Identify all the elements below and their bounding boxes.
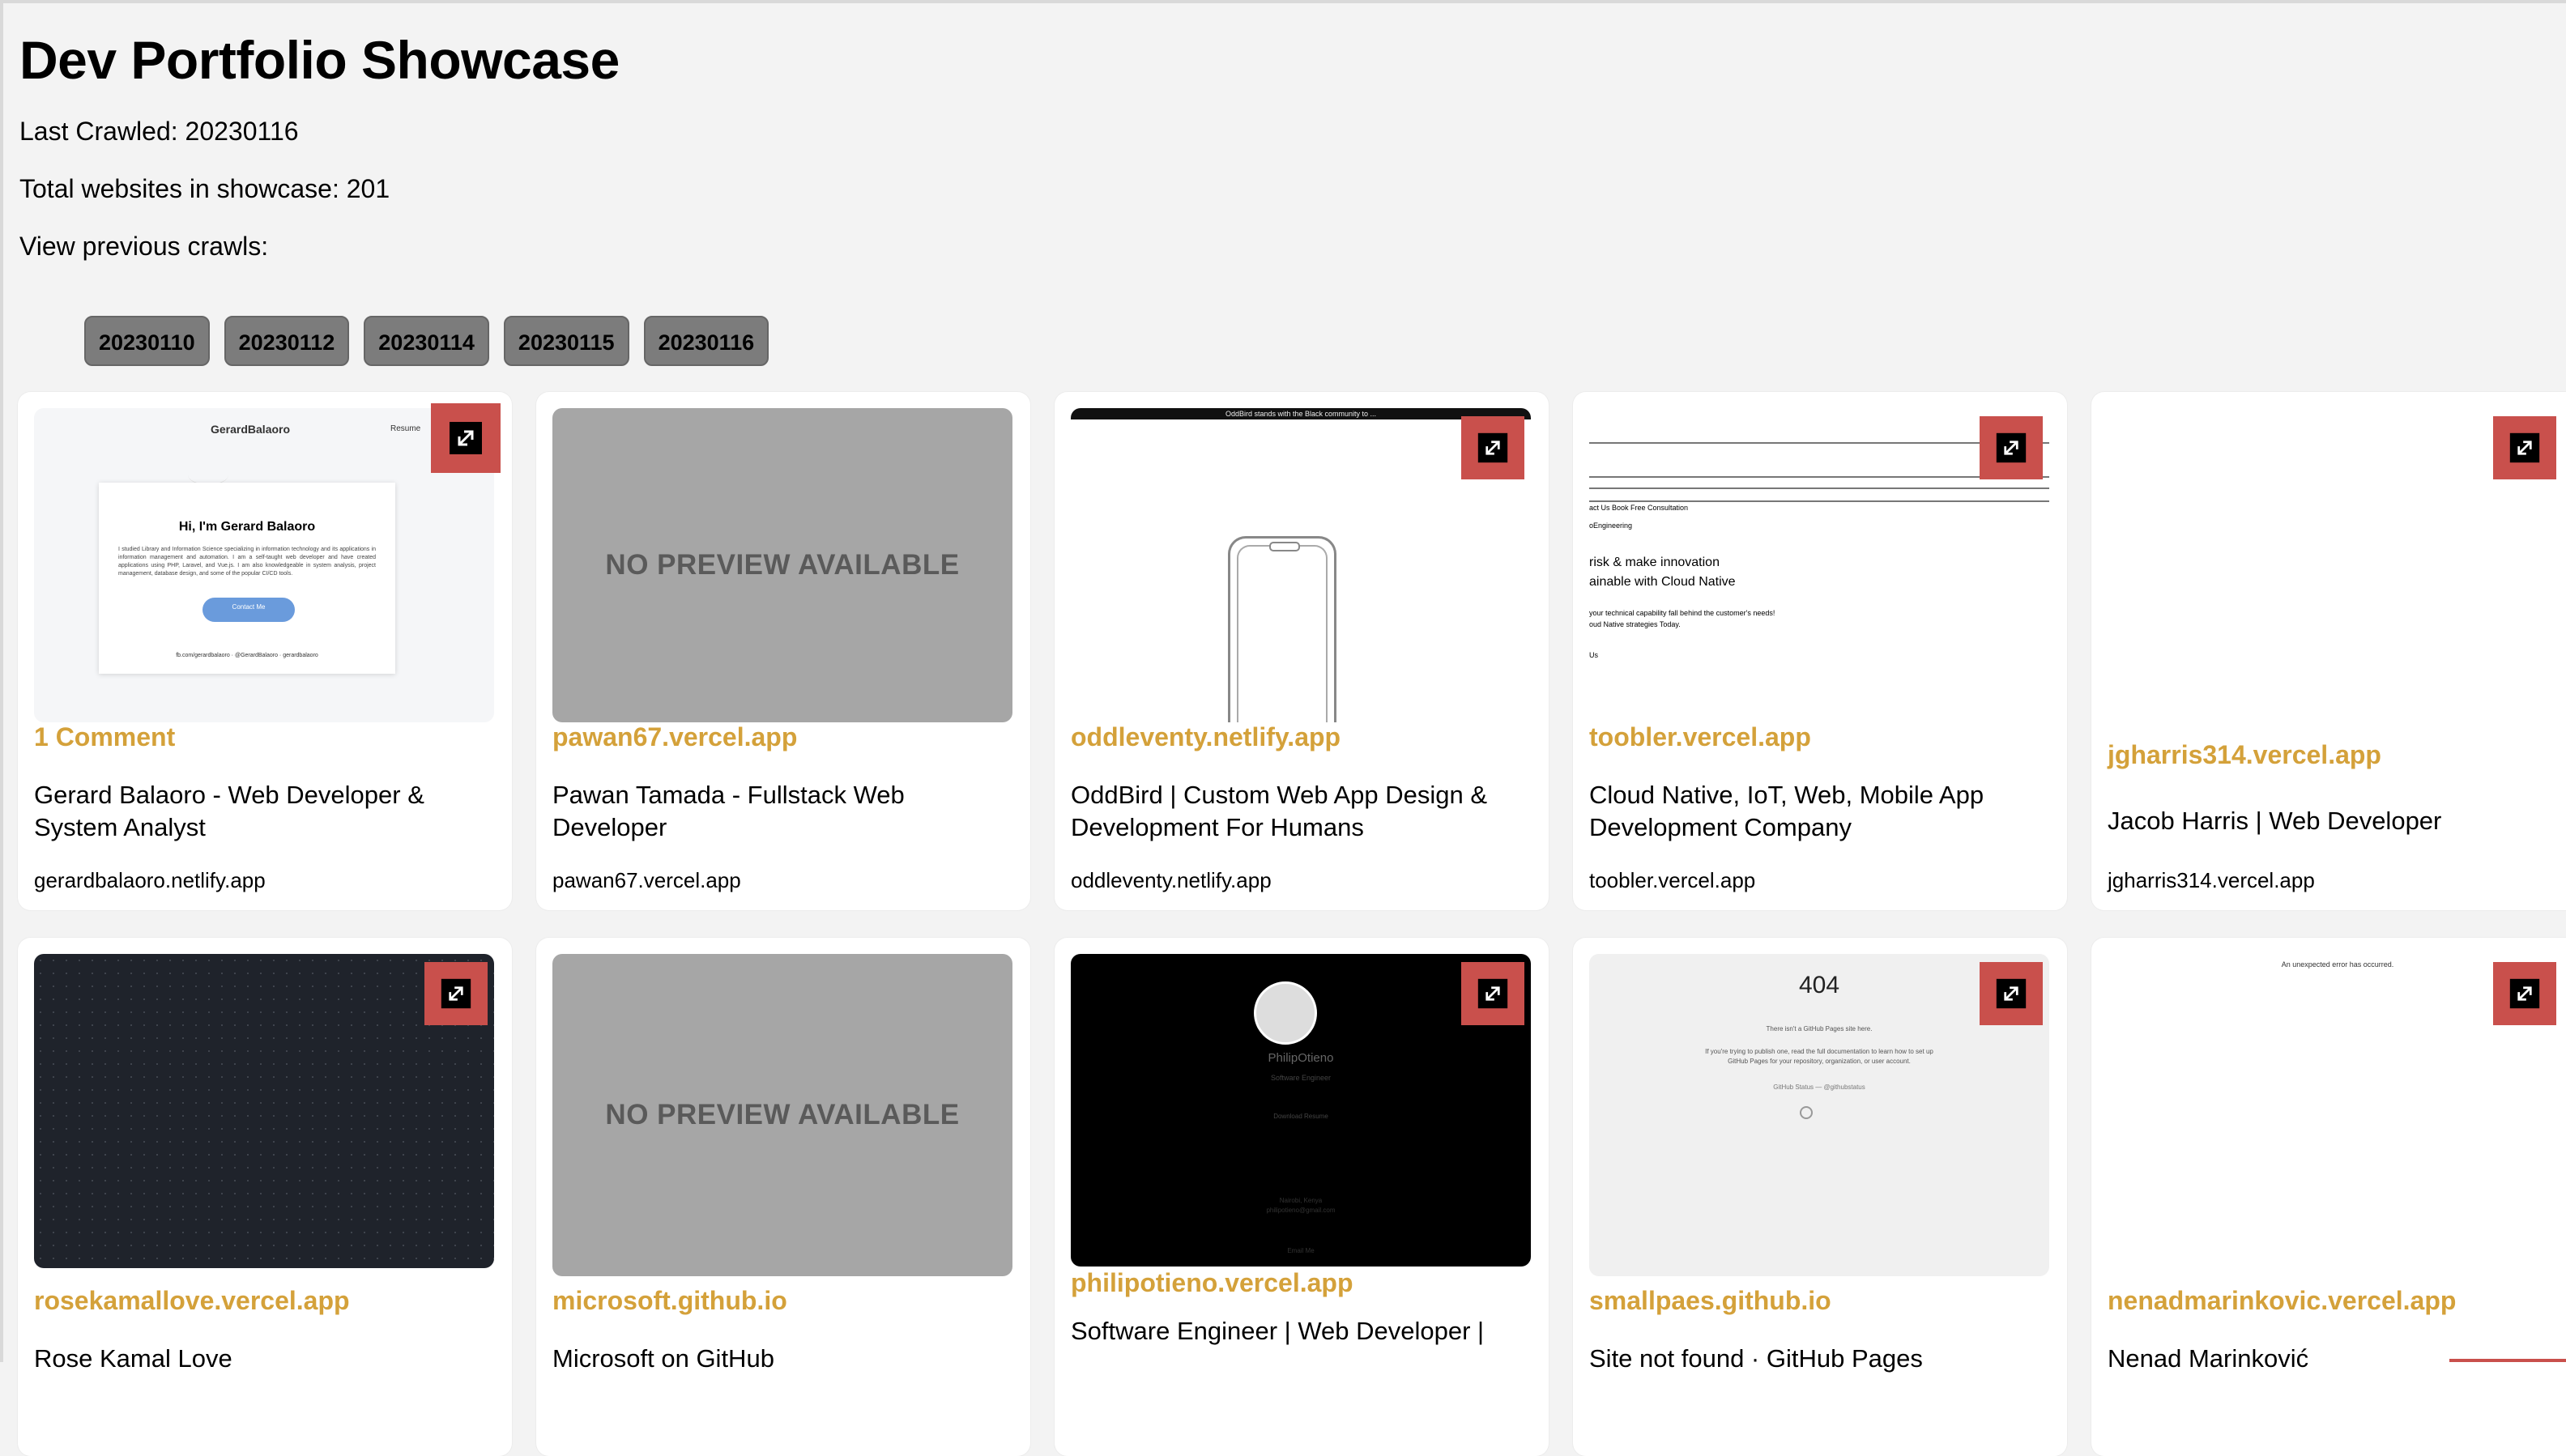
preview-nav: act Us Book Free Consultation [1589, 504, 1689, 512]
expand-icon [441, 978, 471, 1009]
expand-icon [2509, 432, 2540, 463]
preview-links: GitHub Status — @githubstatus [1773, 1083, 1865, 1091]
preview-h2: ainable with Cloud Native [1589, 575, 1736, 589]
window-left-edge [0, 0, 3, 1362]
showcase-card: PhilipOtieno Software Engineer Download … [1055, 938, 1549, 1456]
expand-button[interactable] [1461, 962, 1524, 1025]
site-link[interactable]: toobler.vercel.app [1589, 722, 1811, 752]
preview-brand: oEngineering [1589, 522, 1633, 530]
site-title: Software Engineer | Web Developer | [1071, 1317, 1485, 1345]
site-title: Site not found · GitHub Pages [1589, 1344, 1923, 1373]
expand-icon [2509, 978, 2540, 1009]
preview-p1: your technical capability fall behind th… [1589, 609, 1775, 617]
site-link[interactable]: jgharris314.vercel.app [2108, 740, 2381, 770]
site-title: Microsoft on GitHub [552, 1344, 774, 1373]
phone-illustration [1228, 536, 1336, 722]
showcase-card: NO PREVIEW AVAILABLE pawan67.vercel.app … [536, 392, 1030, 910]
no-preview-text: NO PREVIEW AVAILABLE [605, 549, 960, 581]
preview-h1: risk & make innovation [1589, 556, 1720, 569]
preview-contact-button: Contact Me [202, 598, 295, 622]
site-title: Pawan Tamada - Fullstack Web Developer [552, 781, 905, 841]
showcase-card: 404 There isn't a GitHub Pages site here… [1573, 938, 2067, 1456]
preview-resume: Download Resume [1273, 1113, 1328, 1120]
expand-button[interactable] [2493, 416, 2556, 479]
site-link[interactable]: nenadmarinkovic.vercel.app [2108, 1286, 2456, 1316]
avatar [1254, 981, 1317, 1045]
expand-icon [1477, 432, 1508, 463]
expand-button[interactable] [1461, 416, 1524, 479]
site-url: gerardbalaoro.netlify.app [34, 868, 266, 892]
preview-email: philipotieno@gmail.com [1266, 1207, 1336, 1214]
expand-icon [1996, 978, 2027, 1009]
site-url: jgharris314.vercel.app [2108, 868, 2315, 892]
preview-mail: Email Me [1287, 1247, 1315, 1254]
expand-button[interactable] [1980, 416, 2043, 479]
site-title: Rose Kamal Love [34, 1344, 232, 1373]
page-title: Dev Portfolio Showcase [19, 30, 620, 90]
expand-icon [1996, 432, 2027, 463]
site-link[interactable]: rosekamallove.vercel.app [34, 1286, 350, 1316]
preview-card: Hi, I'm Gerard Balaoro I studied Library… [99, 483, 395, 674]
site-url: pawan67.vercel.app [552, 868, 741, 892]
site-title: Cloud Native, IoT, Web, Mobile App Devel… [1589, 781, 1984, 841]
showcase-card: OddBird stands with the Black community … [1055, 392, 1549, 910]
preview-body: I studied Library and Information Scienc… [118, 547, 376, 577]
crawl-button-20230112[interactable]: 20230112 [224, 316, 350, 366]
expand-icon [450, 422, 482, 454]
previous-crawls-list: 20230110 20230112 20230114 20230115 2023… [84, 316, 769, 366]
window-top-edge [0, 0, 2566, 3]
crawl-button-20230110[interactable]: 20230110 [84, 316, 210, 366]
showcase-grid: GerardBalaoro Resume Hi, I'm Gerard Bala… [18, 392, 2566, 1456]
preview-cta: Us [1589, 651, 1598, 659]
showcase-card: act Us Book Free Consultation oEngineeri… [1573, 392, 2067, 910]
site-title: Jacob Harris | Web Developer [2108, 807, 2442, 835]
previous-crawls-label: View previous crawls: [19, 232, 269, 261]
crawl-button-20230116[interactable]: 20230116 [643, 316, 769, 366]
preview-heading: Hi, I'm Gerard Balaoro [178, 520, 316, 534]
showcase-card: jgharris314.vercel.app Jacob Harris | We… [2091, 392, 2566, 910]
expand-button[interactable] [424, 962, 488, 1025]
site-title: OddBird | Custom Web App Design & Develo… [1071, 781, 1488, 841]
github-icon [1800, 1106, 1813, 1119]
expand-button[interactable] [431, 403, 501, 473]
expand-button[interactable] [1980, 962, 2043, 1025]
expand-icon [1477, 978, 1508, 1009]
total-websites-text: Total websites in showcase: 201 [19, 174, 390, 203]
expand-button[interactable] [2493, 962, 2556, 1025]
scroll-accent [2449, 1359, 2566, 1362]
showcase-card: An unexpected error has occurred. nenadm… [2091, 938, 2566, 1456]
site-url: oddleventy.netlify.app [1071, 868, 1272, 892]
last-crawled-text: Last Crawled: 20230116 [19, 117, 299, 146]
showcase-card: ooResume rosekamallove.vercel.app Rose K… [18, 938, 512, 1456]
showcase-card: NO PREVIEW AVAILABLE microsoft.github.io… [536, 938, 1030, 1456]
preview-contact: Nairobi, Kenya [1279, 1197, 1323, 1204]
crawl-button-20230115[interactable]: 20230115 [503, 316, 629, 366]
site-link[interactable]: philipotieno.vercel.app [1071, 1268, 1353, 1298]
site-title: Gerard Balaoro - Web Developer & System … [34, 781, 424, 841]
site-link[interactable]: pawan67.vercel.app [552, 722, 797, 752]
site-preview[interactable]: GerardBalaoro Resume Hi, I'm Gerard Bala… [34, 408, 494, 722]
site-preview-unavailable[interactable]: NO PREVIEW AVAILABLE [552, 408, 1012, 722]
site-link[interactable]: 1 Comment [34, 722, 175, 752]
preview-role: Software Engineer [1270, 1074, 1332, 1082]
site-link[interactable]: microsoft.github.io [552, 1286, 787, 1316]
site-preview-unavailable[interactable]: NO PREVIEW AVAILABLE [552, 954, 1012, 1276]
preview-name: PhilipOtieno [1268, 1051, 1334, 1065]
no-preview-text: NO PREVIEW AVAILABLE [605, 1099, 960, 1130]
preview-line3: GitHub Pages for your repository, organi… [1728, 1058, 1911, 1065]
site-link[interactable]: oddleventy.netlify.app [1071, 722, 1341, 752]
site-link[interactable]: smallpaes.github.io [1589, 1286, 1831, 1316]
preview-brand: GerardBalaoro [211, 423, 291, 436]
site-url: toobler.vercel.app [1589, 868, 1756, 892]
showcase-card: GerardBalaoro Resume Hi, I'm Gerard Bala… [18, 392, 512, 910]
preview-line1: There isn't a GitHub Pages site here. [1766, 1025, 1873, 1032]
preview-line2: If you're trying to publish one, read th… [1705, 1048, 1933, 1055]
preview-nav: Resume [390, 424, 421, 433]
preview-footer: fb.com/gerardbalaoro · @GerardBalaoro · … [176, 653, 318, 658]
preview-p2: oud Native strategies Today. [1589, 620, 1681, 628]
crawl-button-20230114[interactable]: 20230114 [364, 316, 489, 366]
